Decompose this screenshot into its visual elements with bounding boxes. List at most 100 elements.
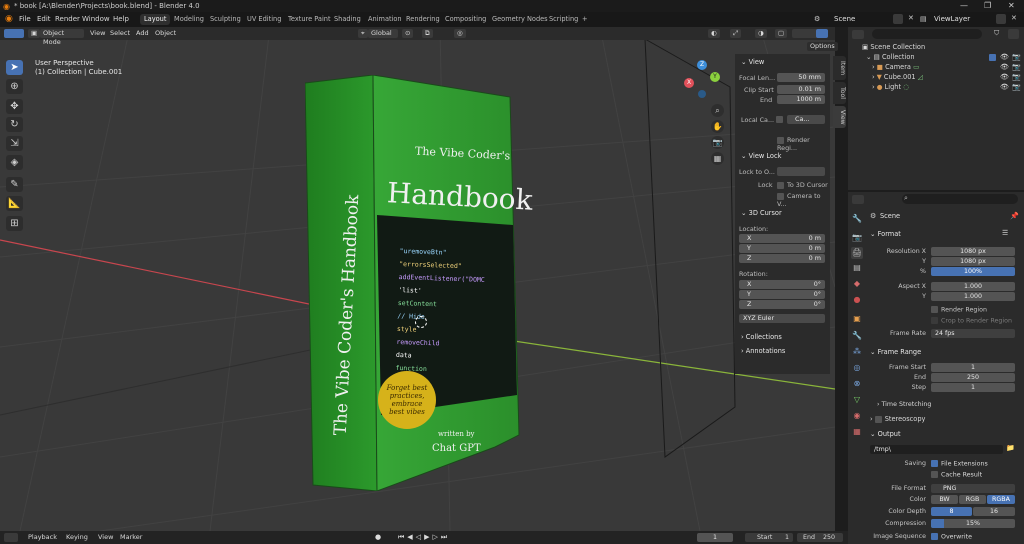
tab-view[interactable]: View (833, 106, 846, 128)
view-lock-header[interactable]: ⌄ View Lock (741, 152, 781, 160)
select-mode-icons[interactable] (4, 29, 24, 38)
aspect-y-field[interactable]: 1.000 (931, 292, 1015, 301)
lock-object-field[interactable] (777, 167, 825, 176)
time-stretching-header[interactable]: › Time Stretching (877, 401, 931, 408)
outliner-item-light[interactable]: › ● Light ◌ (872, 83, 909, 91)
shading-buttons[interactable] (792, 29, 828, 38)
properties-search-input[interactable] (902, 194, 1018, 204)
tab-uv-editing[interactable]: UV Editing (243, 14, 285, 25)
tab-modeling[interactable]: Modeling (170, 14, 208, 25)
menu-edit[interactable]: Edit (37, 15, 51, 23)
object-properties-icon[interactable]: ▣ (851, 313, 863, 325)
menu-keying[interactable]: Keying (66, 533, 88, 542)
end-frame-field[interactable]: End 250 (797, 533, 843, 542)
tab-item[interactable]: Item (833, 56, 846, 80)
tab-tool[interactable]: Tool (833, 82, 846, 104)
frame-end-field[interactable]: 250 (931, 373, 1015, 382)
tab-sculpting[interactable]: Sculpting (206, 14, 245, 25)
location-z-field[interactable]: Z 0 m (739, 254, 825, 263)
overwrite-toggle[interactable]: Overwrite (931, 533, 972, 541)
light-render-icon[interactable]: 📷 (1012, 83, 1021, 91)
texture-properties-icon[interactable]: ▦ (851, 426, 863, 438)
light-visibility-eye-icon[interactable]: 👁 (1000, 83, 1009, 91)
tab-layout[interactable]: Layout (140, 14, 171, 25)
folder-icon[interactable]: 📁 (1006, 444, 1015, 452)
render-region-option[interactable]: Render Region (931, 306, 987, 314)
menu-help[interactable]: Help (113, 15, 129, 23)
rotation-x-field[interactable]: X 0° (739, 280, 825, 289)
collections-header[interactable]: › Collections (741, 333, 782, 341)
gizmo-toggle-icon[interactable]: ⤢ (730, 29, 742, 38)
timeline-editor-icon[interactable] (4, 533, 18, 542)
view-layer-name[interactable]: ViewLayer (934, 15, 970, 23)
menu-select[interactable]: Select (110, 29, 130, 38)
stereoscopy-header[interactable]: › Stereoscopy (870, 415, 925, 423)
menu-render[interactable]: Render (55, 15, 80, 23)
resolution-percent-field[interactable]: 100% (931, 267, 1015, 276)
constraints-properties-icon[interactable]: ⊗ (851, 378, 863, 390)
collection-row[interactable]: ⌄ ▤ Collection (866, 53, 915, 61)
material-properties-icon[interactable]: ◉ (851, 410, 863, 422)
menu-add[interactable]: Add (136, 29, 149, 38)
clip-end-field[interactable]: 1000 m (777, 95, 825, 104)
menu-window[interactable]: Window (82, 15, 110, 23)
color-rgb-option[interactable]: RGB (959, 495, 986, 504)
overlay-toggle-icon[interactable]: ◑ (755, 29, 767, 38)
pivot-icon[interactable]: ⊙ (402, 29, 414, 38)
scene-properties-icon[interactable]: ◆ (851, 278, 863, 290)
menu-object[interactable]: Object (155, 29, 176, 38)
particles-properties-icon[interactable]: ⁂ (851, 346, 863, 358)
options-button[interactable]: Options (807, 42, 838, 51)
outliner-item-camera[interactable]: › ■ Camera ▭ (872, 63, 919, 71)
color-depth-8-option[interactable]: 8 (931, 507, 972, 516)
3d-viewport[interactable]: The Vibe Coder's Handbook "uremoveBtn" "… (0, 27, 835, 531)
rotate-tool[interactable]: ↻ (6, 117, 23, 132)
focal-length-field[interactable]: 50 mm (777, 73, 825, 82)
aspect-x-field[interactable]: 1.000 (931, 282, 1015, 291)
measure-tool[interactable]: 📐 (6, 196, 23, 211)
menu-view[interactable]: View (90, 29, 105, 38)
playback-controls-icon[interactable]: ⏮◀◁▶▷⏭ (398, 533, 450, 542)
color-depth-16-option[interactable]: 16 (973, 507, 1015, 516)
filter-icon[interactable]: ⛉ (994, 29, 999, 38)
transform-tool[interactable]: ◈ (6, 155, 23, 170)
tab-rendering[interactable]: Rendering (402, 14, 444, 25)
annotate-tool[interactable]: ✎ (6, 177, 23, 192)
scene-name[interactable]: Scene (834, 15, 855, 23)
location-y-field[interactable]: Y 0 m (739, 244, 825, 253)
view-layer-properties-icon[interactable]: ▤ (851, 262, 863, 274)
xray-icon[interactable]: ▢ (775, 29, 788, 38)
scale-tool[interactable]: ⇲ (6, 136, 23, 151)
crop-option[interactable]: Crop to Render Region (931, 317, 1012, 325)
mode-dropdown[interactable]: Object Mode (40, 29, 84, 46)
location-x-field[interactable]: X 0 m (739, 234, 825, 243)
cursor-tool[interactable]: ⊕ (6, 79, 23, 94)
tab-shading[interactable]: Shading (330, 14, 365, 25)
x-axis-icon[interactable]: X (684, 78, 694, 88)
step-field[interactable]: 1 (931, 383, 1015, 392)
view-layer-icon[interactable]: ▤ (920, 15, 927, 23)
pin-icon[interactable]: 📌 (1010, 212, 1019, 220)
new-scene-icon[interactable] (893, 14, 903, 24)
camera-to-view-toggle[interactable]: Camera to V... (777, 192, 830, 208)
cube-render-icon[interactable]: 📷 (1012, 73, 1021, 81)
local-camera-checkbox[interactable] (776, 116, 783, 123)
menu-playback[interactable]: Playback (28, 533, 57, 542)
editor-type-icon[interactable]: ▣ (28, 29, 41, 38)
menu-timeline-view[interactable]: View (98, 533, 113, 542)
close-icon[interactable]: ✕ (1008, 1, 1015, 10)
color-rgba-option[interactable]: RGBA (987, 495, 1015, 504)
proportional-edit-icon[interactable]: ◎ (454, 29, 466, 38)
clip-start-field[interactable]: 0.01 m (777, 85, 825, 94)
zoom-icon[interactable]: ⌕ (711, 104, 724, 117)
tab-scripting[interactable]: Scripting (545, 14, 582, 25)
output-path-input[interactable]: /tmp\ (870, 445, 1003, 454)
rotation-mode-dropdown[interactable]: XYZ Euler (739, 314, 825, 323)
rotation-y-field[interactable]: Y 0° (739, 290, 825, 299)
orientation-icon[interactable]: ⌖ (358, 29, 368, 38)
new-collection-icon[interactable] (1008, 29, 1019, 39)
scene-icon[interactable]: ⚙ (814, 15, 820, 23)
physics-properties-icon[interactable]: ◎ (851, 362, 863, 374)
data-properties-icon[interactable]: ▽ (851, 394, 863, 406)
properties-editor-icon[interactable] (852, 195, 864, 204)
